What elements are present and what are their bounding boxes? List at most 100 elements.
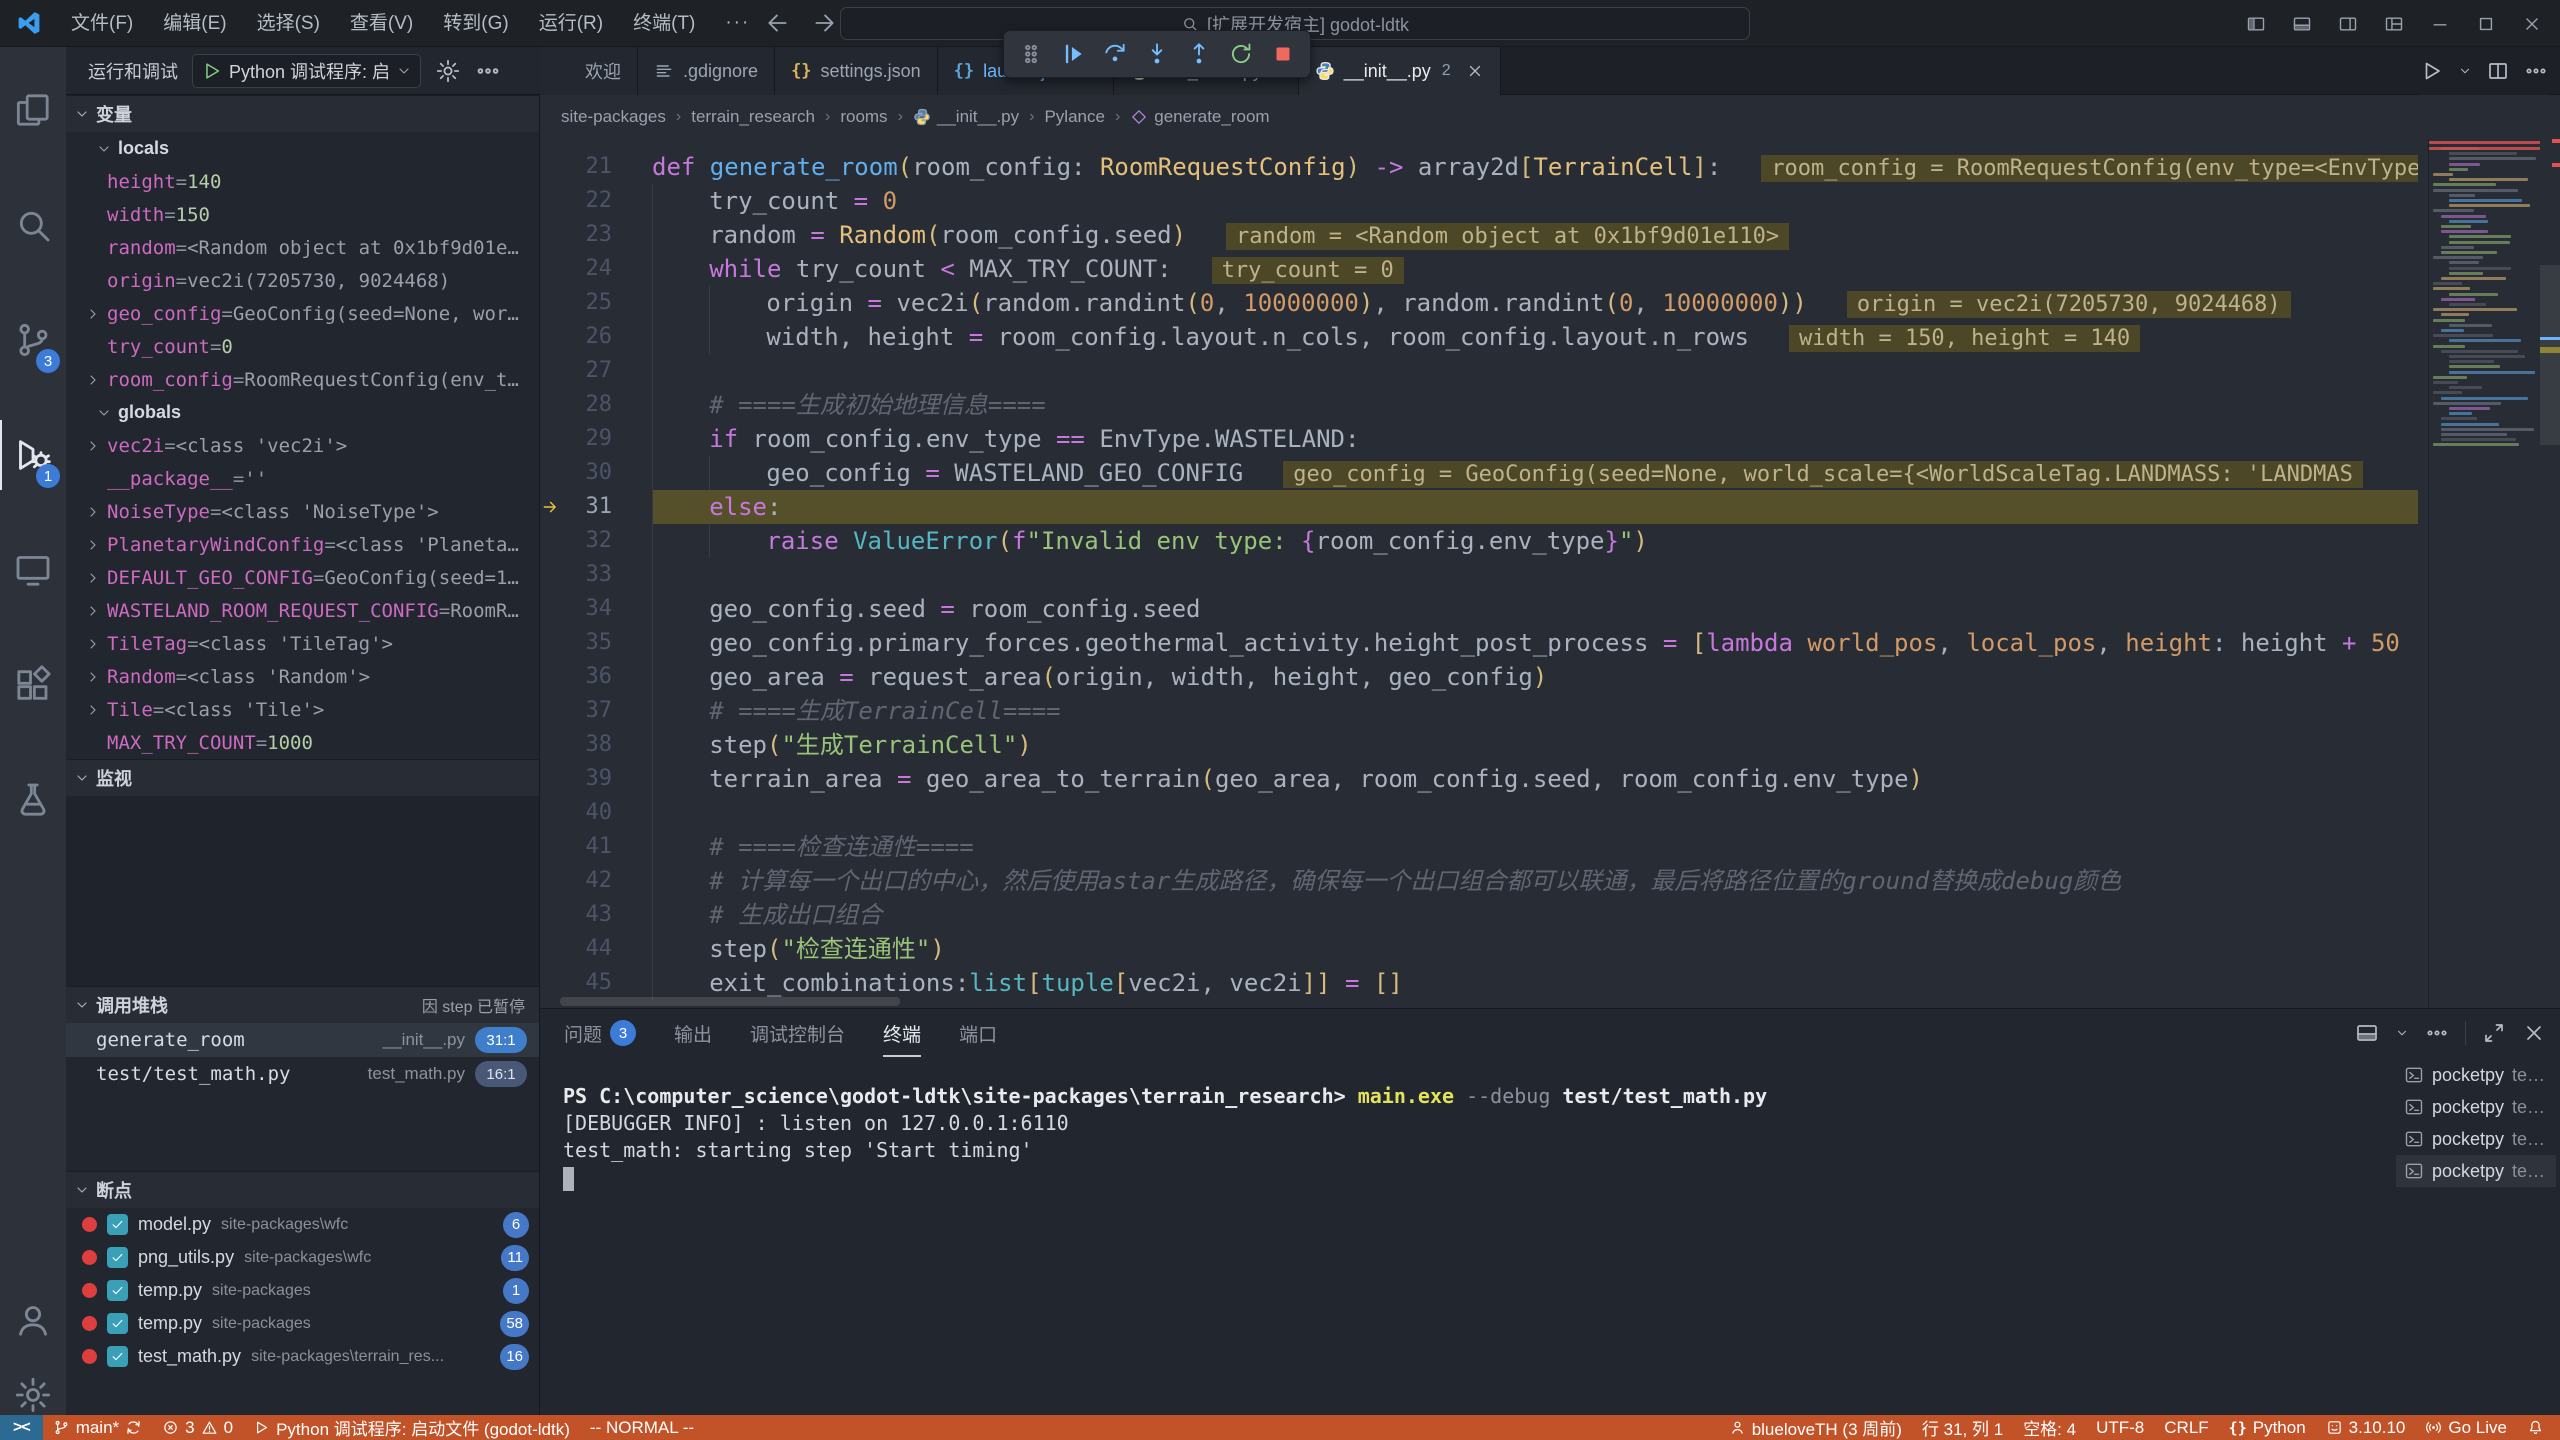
code-line-22[interactable]: 22try_count = 0 <box>540 184 2418 218</box>
breakpoint-row[interactable]: model.pysite-packages\wfc6 <box>66 1208 539 1241</box>
encoding[interactable]: UTF-8 <box>2086 1415 2154 1440</box>
step-out-button[interactable] <box>1182 37 1216 71</box>
code-line-20[interactable]: 20 <box>540 139 2418 150</box>
variable-PlanetaryWindConfig[interactable]: PlanetaryWindConfig = <class 'Planeta… <box>66 528 539 561</box>
close-window-button[interactable] <box>2512 4 2552 44</box>
menu-item[interactable]: 查看(V) <box>335 0 428 47</box>
close-icon[interactable] <box>1466 62 1484 80</box>
panel-tab-输出[interactable]: 输出 <box>674 1009 712 1057</box>
run-python-file-button[interactable] <box>2420 59 2444 83</box>
variable-geo_config[interactable]: geo_config = GeoConfig(seed=None, wor… <box>66 297 539 330</box>
continue-button[interactable] <box>1056 37 1090 71</box>
toggle-sidebar-button[interactable] <box>2236 4 2276 44</box>
scope-globals[interactable]: globals <box>66 396 539 429</box>
breakpoint-checkbox[interactable] <box>107 1313 128 1334</box>
variable-DEFAULT_GEO_CONFIG[interactable]: DEFAULT_GEO_CONFIG = GeoConfig(seed=1… <box>66 561 539 594</box>
horizontal-scrollbar[interactable] <box>560 997 900 1006</box>
activity-run-and-debug[interactable]: 1 <box>0 420 66 490</box>
gitlens-author[interactable]: blueloveTH (3 周前) <box>1719 1415 1912 1440</box>
run-dropdown-icon[interactable] <box>2458 64 2472 78</box>
code-editor[interactable]: 2021def generate_room(room_config: RoomR… <box>540 139 2560 1008</box>
breadcrumb-item[interactable]: Pylance <box>1044 107 1104 127</box>
code-line-33[interactable]: 33 <box>540 558 2418 592</box>
code-line-40[interactable]: 40 <box>540 796 2418 830</box>
terminal-list-item[interactable]: pocketpy te… <box>2396 1059 2556 1091</box>
breakpoint-checkbox[interactable] <box>107 1346 128 1367</box>
code-line-21[interactable]: 21def generate_room(room_config: RoomReq… <box>540 150 2418 184</box>
nav-arrow-right[interactable] <box>811 10 837 36</box>
variable-Tile[interactable]: Tile = <class 'Tile'> <box>66 693 539 726</box>
vim-mode[interactable]: -- NORMAL -- <box>580 1415 704 1440</box>
menu-item[interactable]: 选择(S) <box>242 0 335 47</box>
code-line-35[interactable]: 35geo_config.primary_forces.geothermal_a… <box>540 626 2418 660</box>
panel-layout-chevron[interactable] <box>2395 1026 2409 1040</box>
variable-TileTag[interactable]: TileTag = <class 'TileTag'> <box>66 627 539 660</box>
variable-MAX_TRY_COUNT[interactable]: MAX_TRY_COUNT = 1000 <box>66 726 539 759</box>
code-line-30[interactable]: 30geo_config = WASTELAND_GEO_CONFIGgeo_c… <box>540 456 2418 490</box>
breakpoint-checkbox[interactable] <box>107 1214 128 1235</box>
stack-frame[interactable]: generate_room__init__.py31:1 <box>66 1023 539 1057</box>
code-line-36[interactable]: 36geo_area = request_area(origin, width,… <box>540 660 2418 694</box>
activity-accounts[interactable] <box>0 1285 66 1355</box>
step-over-button[interactable] <box>1098 37 1132 71</box>
breakpoint-row[interactable]: temp.pysite-packages1 <box>66 1274 539 1307</box>
close-panel-button[interactable] <box>2522 1021 2546 1045</box>
panel-tab-终端[interactable]: 终端 <box>883 1009 921 1057</box>
breadcrumb-item[interactable]: __init__.py <box>913 107 1019 127</box>
code-line-27[interactable]: 27 <box>540 354 2418 388</box>
terminal[interactable]: PS C:\computer_science\godot-ldtk\site-p… <box>540 1057 2396 1416</box>
indentation[interactable]: 空格: 4 <box>2013 1415 2086 1440</box>
menu-item[interactable]: 文件(F) <box>56 0 148 47</box>
code-line-45[interactable]: 45exit_combinations:list[tuple[vec2i, ve… <box>540 966 2418 1000</box>
customize-layout-button[interactable] <box>2374 4 2414 44</box>
panel-tab-调试控制台[interactable]: 调试控制台 <box>750 1009 845 1057</box>
python-version[interactable]: 3.10.10 <box>2316 1415 2416 1440</box>
toggle-panel-button[interactable] <box>2282 4 2322 44</box>
debug-config-dropdown[interactable]: Python 调试程序: 启 <box>192 54 421 88</box>
notifications[interactable] <box>2517 1415 2554 1440</box>
code-line-23[interactable]: 23random = Random(room_config.seed)rando… <box>540 218 2418 252</box>
menu-item[interactable]: 运行(R) <box>524 0 618 47</box>
cursor-position[interactable]: 行 31, 列 1 <box>1912 1415 2013 1440</box>
code-line-31[interactable]: 31else: <box>540 490 2418 524</box>
code-line-32[interactable]: 32raise ValueError(f"Invalid env type: {… <box>540 524 2418 558</box>
terminal-list-item[interactable]: pocketpy te… <box>2396 1155 2556 1187</box>
scope-locals[interactable]: locals <box>66 132 539 165</box>
variable-try_count[interactable]: try_count = 0 <box>66 330 539 363</box>
activity-source-control[interactable]: 3 <box>0 305 66 375</box>
step-into-button[interactable] <box>1140 37 1174 71</box>
panel-tab-端口[interactable]: 端口 <box>959 1009 997 1057</box>
breadcrumb-item[interactable]: terrain_research <box>691 107 815 127</box>
variable-vec2i[interactable]: vec2i = <class 'vec2i'> <box>66 429 539 462</box>
tab--gdignore[interactable]: .gdignore <box>638 47 775 95</box>
variables-section-header[interactable]: 变量 <box>66 95 539 132</box>
language-mode[interactable]: {}Python <box>2219 1415 2316 1440</box>
nav-arrow-left[interactable] <box>765 10 791 36</box>
menu-item[interactable]: 编辑(E) <box>148 0 241 47</box>
stop-button[interactable] <box>1266 37 1300 71</box>
git-branch[interactable]: main* <box>43 1415 152 1440</box>
variable-room_config[interactable]: room_config = RoomRequestConfig(env_t… <box>66 363 539 396</box>
code-line-39[interactable]: 39terrain_area = geo_area_to_terrain(geo… <box>540 762 2418 796</box>
breakpoint-checkbox[interactable] <box>107 1247 128 1268</box>
debug-session[interactable]: Python 调试程序: 启动文件 (godot-ldtk) <box>243 1415 580 1440</box>
maximize-panel-button[interactable] <box>2482 1021 2506 1045</box>
code-line-34[interactable]: 34geo_config.seed = room_config.seed <box>540 592 2418 626</box>
code-line-44[interactable]: 44step("检查连通性") <box>540 932 2418 966</box>
watch-section-header[interactable]: 监视 <box>66 759 539 796</box>
variable-WASTELAND_ROOM_REQUEST_CONFIG[interactable]: WASTELAND_ROOM_REQUEST_CONFIG = RoomR… <box>66 594 539 627</box>
activity-search[interactable] <box>0 190 66 260</box>
maximize-button[interactable] <box>2466 4 2506 44</box>
problems[interactable]: 30 <box>152 1415 243 1440</box>
variable-origin[interactable]: origin = vec2i(7205730, 9024468) <box>66 264 539 297</box>
variable-NoiseType[interactable]: NoiseType = <class 'NoiseType'> <box>66 495 539 528</box>
breakpoint-row[interactable]: png_utils.pysite-packages\wfc11 <box>66 1241 539 1274</box>
code-line-28[interactable]: 28# ====生成初始地理信息==== <box>540 388 2418 422</box>
more-panel-actions[interactable] <box>2425 1021 2449 1045</box>
variable-__package__[interactable]: __package__ = '' <box>66 462 539 495</box>
breakpoint-row[interactable]: temp.pysite-packages58 <box>66 1307 539 1340</box>
remote-indicator[interactable]: >< <box>0 1415 43 1440</box>
go-live[interactable]: Go Live <box>2415 1415 2517 1440</box>
code-line-41[interactable]: 41# ====检查连通性==== <box>540 830 2418 864</box>
breadcrumb-item[interactable]: rooms <box>840 107 887 127</box>
